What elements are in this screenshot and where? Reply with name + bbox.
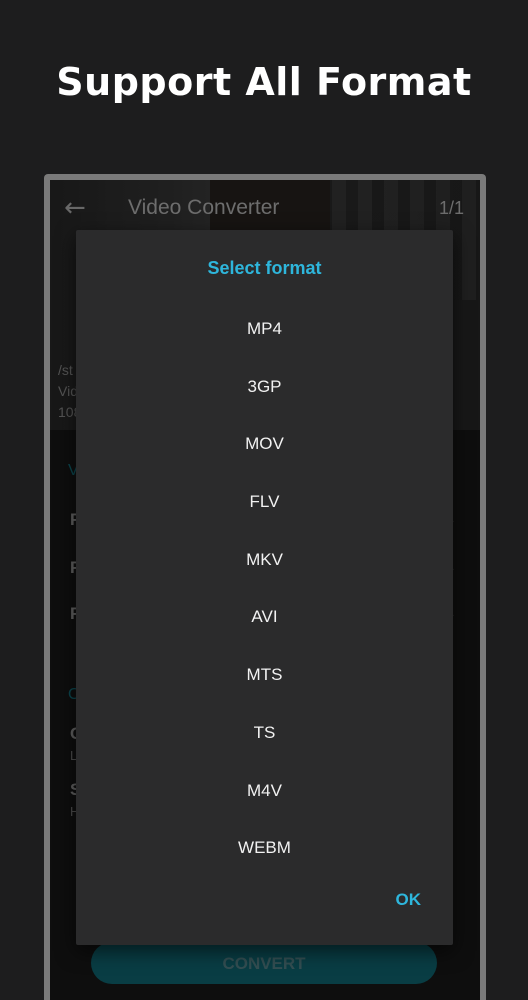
format-option-m4v[interactable]: M4V bbox=[76, 762, 453, 820]
ok-button[interactable]: OK bbox=[396, 890, 422, 910]
select-format-dialog: Select format MP4 3GP MOV FLV MKV AVI MT… bbox=[76, 230, 453, 945]
format-list: MP4 3GP MOV FLV MKV AVI MTS TS M4V WEBM bbox=[76, 300, 453, 877]
format-option-webm[interactable]: WEBM bbox=[76, 819, 453, 877]
format-option-flv[interactable]: FLV bbox=[76, 473, 453, 531]
format-option-3gp[interactable]: 3GP bbox=[76, 358, 453, 416]
format-option-mkv[interactable]: MKV bbox=[76, 531, 453, 589]
promo-title: Support All Format bbox=[56, 60, 472, 104]
dialog-title: Select format bbox=[207, 258, 322, 278]
format-option-mts[interactable]: MTS bbox=[76, 646, 453, 704]
format-option-avi[interactable]: AVI bbox=[76, 588, 453, 646]
format-option-mp4[interactable]: MP4 bbox=[76, 300, 453, 358]
format-option-mov[interactable]: MOV bbox=[76, 415, 453, 473]
format-option-ts[interactable]: TS bbox=[76, 704, 453, 762]
